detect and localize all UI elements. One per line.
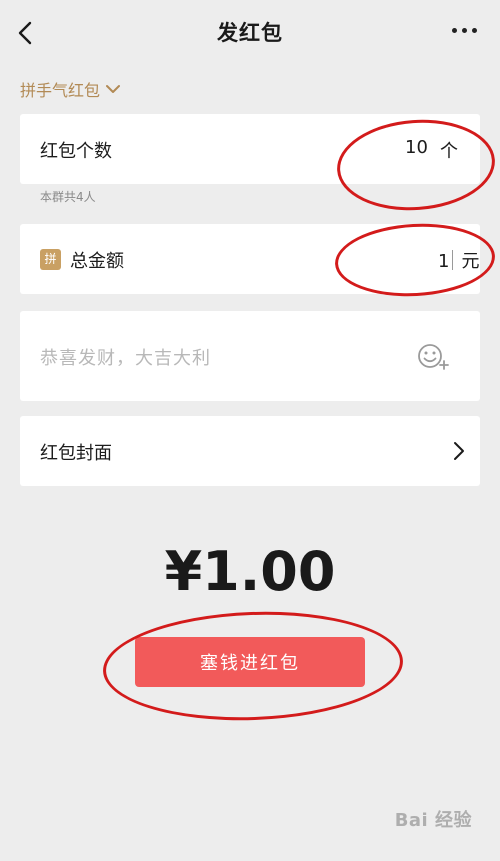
more-dots-icon[interactable] — [452, 23, 478, 37]
emoji-add-icon[interactable] — [416, 341, 450, 371]
chevron-right-icon — [454, 442, 464, 460]
total-amount-label: 总金额 — [70, 251, 124, 272]
annotation-circle — [101, 606, 405, 726]
packet-type-label: 拼手气红包 — [20, 81, 101, 100]
page-title: 发红包 — [217, 21, 283, 45]
header-bar: 发红包 — [0, 0, 500, 66]
greeting-card[interactable]: 恭喜发财，大吉大利 — [20, 311, 480, 401]
packet-type-selector[interactable]: 拼手气红包 — [20, 76, 121, 102]
cover-row[interactable]: 红包封面 — [20, 416, 480, 486]
total-amount-display: ¥1.00 — [164, 540, 336, 603]
cover-row-label: 红包封面 — [40, 443, 112, 464]
packet-count-label: 红包个数 — [40, 141, 112, 162]
pin-badge-icon: 拼 — [40, 249, 61, 270]
watermark-logo: Bai 经验 — [394, 810, 472, 831]
greeting-input[interactable]: 恭喜发财，大吉大利 — [40, 344, 211, 370]
chevron-down-icon — [106, 85, 121, 93]
group-size-hint: 本群共4人 — [40, 190, 96, 204]
